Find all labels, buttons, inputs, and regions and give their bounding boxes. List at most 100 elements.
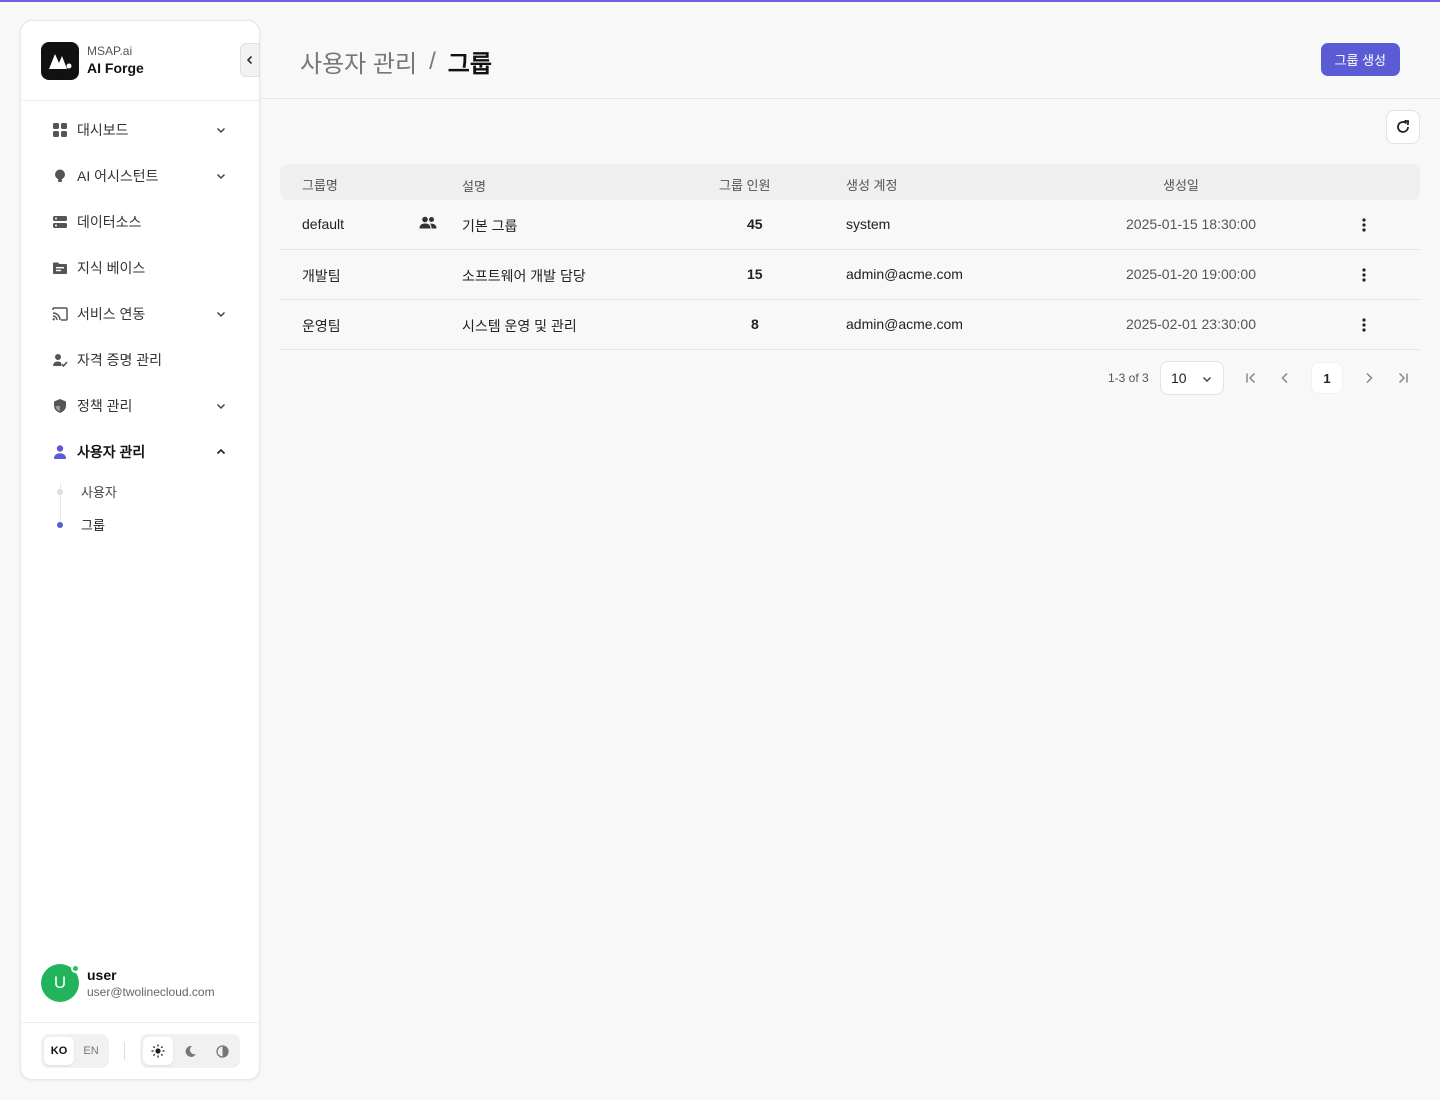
pagination: 1-3 of 3 10 1: [280, 361, 1420, 395]
sidebar-subitem-users[interactable]: 사용자: [57, 475, 259, 508]
sidebar-nav: 대시보드 AI 어시스턴트 데이터소스 지식 베이스 서비스 연동 자격 증명 …: [21, 101, 259, 541]
brand-name: AI Forge: [87, 60, 144, 76]
sidebar-item-credentials[interactable]: 자격 증명 관리: [21, 337, 259, 383]
cell-members: 45: [747, 216, 763, 232]
sidebar-item-ai-assistant[interactable]: AI 어시스턴트: [21, 153, 259, 199]
theme-switcher: [140, 1034, 240, 1068]
sidebar-item-label: 사용자 관리: [77, 444, 146, 460]
user-name: user: [87, 967, 117, 983]
create-group-button[interactable]: 그룹 생성: [1320, 43, 1400, 76]
next-page-button[interactable]: [1353, 361, 1385, 395]
cell-creator: system: [846, 216, 891, 232]
column-header-created[interactable]: 생성일: [1163, 175, 1199, 194]
chevron-down-icon: [213, 122, 229, 138]
sidebar-item-label: 지식 베이스: [77, 260, 146, 276]
column-header-description[interactable]: 설명: [462, 176, 486, 195]
light-theme-button[interactable]: [143, 1037, 173, 1065]
table-row[interactable]: 개발팀 소프트웨어 개발 담당 15 admin@acme.com 2025-0…: [280, 250, 1420, 300]
cell-members: 15: [747, 266, 763, 282]
more-options-icon[interactable]: [1355, 314, 1373, 336]
page-size-value: 10: [1171, 370, 1187, 386]
more-options-icon[interactable]: [1355, 214, 1373, 236]
column-header-members[interactable]: 그룹 인원: [719, 175, 770, 194]
refresh-button[interactable]: [1386, 110, 1420, 144]
sidebar-item-policy[interactable]: 정책 관리: [21, 383, 259, 429]
cell-created: 2025-02-01 23:30:00: [1126, 316, 1256, 332]
sidebar: MSAP.ai AI Forge 대시보드 AI 어시스턴트 데이터소스 지식 …: [20, 20, 260, 1080]
cell-name: 운영팀: [302, 318, 341, 334]
column-header-name[interactable]: 그룹명: [302, 175, 338, 194]
pagination-info: 1-3 of 3: [1108, 371, 1149, 385]
chevron-down-icon: [213, 168, 229, 184]
sidebar-item-datasource[interactable]: 데이터소스: [21, 199, 259, 245]
sidebar-subitem-groups[interactable]: 그룹: [57, 508, 259, 541]
avatar: U: [41, 964, 80, 1002]
moon-icon: [185, 1045, 196, 1057]
sidebar-item-label: 대시보드: [77, 122, 129, 138]
contrast-icon: [215, 1044, 229, 1058]
table-row[interactable]: 운영팀 시스템 운영 및 관리 8 admin@acme.com 2025-02…: [280, 300, 1420, 350]
chevron-down-icon: [213, 306, 229, 322]
sidebar-item-user-management[interactable]: 사용자 관리: [21, 429, 259, 475]
brand-sub: MSAP.ai: [87, 44, 133, 58]
table-header: 그룹명 설명 그룹 인원 생성 계정 생성일: [280, 164, 1420, 200]
sidebar-item-label: 정책 관리: [77, 398, 133, 414]
cell-members: 8: [751, 316, 759, 332]
first-page-icon: [1246, 372, 1256, 384]
cell-description: 시스템 운영 및 관리: [462, 318, 577, 334]
page-title: 그룹: [447, 51, 492, 78]
subitem-label: 그룹: [81, 518, 105, 533]
lang-en-button[interactable]: EN: [76, 1037, 106, 1065]
cell-created: 2025-01-15 18:30:00: [1126, 216, 1256, 232]
submenu-dot-active: [57, 521, 63, 528]
page-size-select[interactable]: 10: [1160, 361, 1224, 395]
cell-description: 기본 그룹: [462, 218, 518, 234]
cell-creator: admin@acme.com: [846, 316, 963, 332]
page-number-button[interactable]: 1: [1311, 362, 1343, 394]
user-email: user@twolinecloud.com: [87, 985, 215, 999]
chevron-left-icon: [246, 55, 253, 65]
shield-icon: [51, 397, 69, 415]
sidebar-item-label: 데이터소스: [77, 214, 142, 230]
subitem-label: 사용자: [81, 485, 117, 500]
last-page-button[interactable]: [1387, 361, 1419, 395]
sidebar-item-label: 자격 증명 관리: [77, 352, 163, 368]
column-header-creator[interactable]: 생성 계정: [846, 175, 897, 194]
submenu-dot: [57, 488, 63, 495]
storage-icon: [51, 213, 69, 231]
cell-name: default: [302, 216, 345, 232]
folder-icon: [51, 259, 69, 277]
chevron-down-icon: [213, 398, 229, 414]
user-profile[interactable]: U user user@twolinecloud.com: [21, 943, 259, 1023]
system-theme-button[interactable]: [207, 1037, 237, 1065]
breadcrumb: 사용자 관리 / 그룹: [300, 44, 492, 79]
breadcrumb-parent[interactable]: 사용자 관리: [300, 44, 417, 79]
collapse-sidebar-button[interactable]: [240, 43, 260, 77]
sidebar-item-label: 서비스 연동: [77, 306, 146, 322]
table-row[interactable]: default 기본 그룹 45 system 2025-01-15 18:30…: [280, 200, 1420, 250]
previous-page-button[interactable]: [1269, 361, 1301, 395]
group-icon: [419, 216, 437, 233]
cell-name: 개발팀: [302, 268, 341, 284]
online-status-dot: [71, 964, 80, 973]
last-page-icon: [1398, 372, 1408, 384]
chevron-right-icon: [1366, 372, 1373, 384]
breadcrumb-separator: /: [429, 47, 436, 75]
lightbulb-icon: [51, 167, 69, 185]
dark-theme-button[interactable]: [175, 1037, 205, 1065]
sun-icon: [151, 1044, 165, 1058]
sidebar-item-dashboard[interactable]: 대시보드: [21, 107, 259, 153]
person-icon: [51, 443, 69, 461]
lang-ko-button[interactable]: KO: [44, 1037, 74, 1065]
dashboard-icon: [51, 121, 69, 139]
sidebar-item-knowledge-base[interactable]: 지식 베이스: [21, 245, 259, 291]
sidebar-item-label: AI 어시스턴트: [77, 168, 159, 184]
brand-header: MSAP.ai AI Forge: [21, 21, 260, 101]
language-switcher: KO EN: [41, 1034, 109, 1068]
refresh-icon: [1397, 119, 1410, 133]
more-options-icon[interactable]: [1355, 264, 1373, 286]
sidebar-item-service-integration[interactable]: 서비스 연동: [21, 291, 259, 337]
groups-table: 그룹명 설명 그룹 인원 생성 계정 생성일 default 기본 그룹 45 …: [280, 164, 1420, 350]
cell-created: 2025-01-20 19:00:00: [1126, 266, 1256, 282]
first-page-button[interactable]: [1235, 361, 1267, 395]
